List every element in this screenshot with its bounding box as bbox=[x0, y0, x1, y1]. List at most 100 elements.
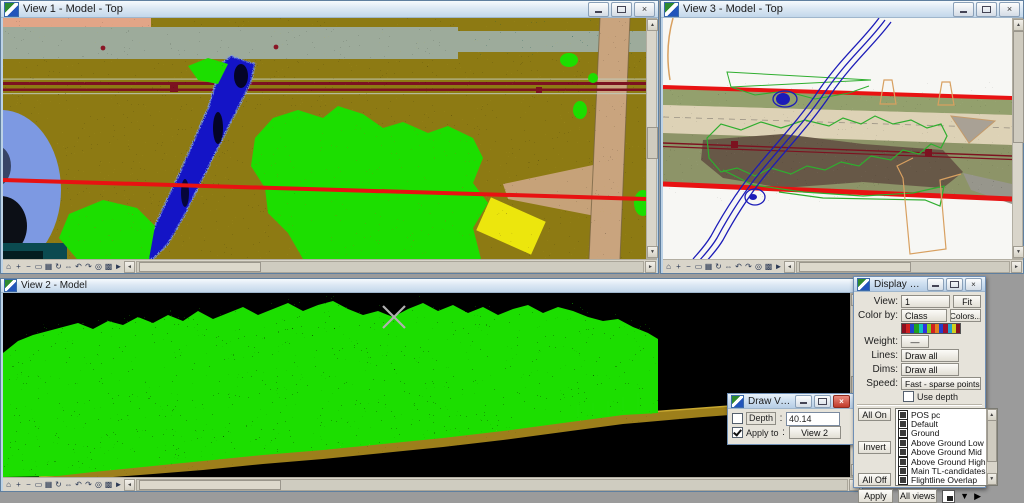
rotate-view-icon[interactable]: ↻ bbox=[54, 261, 63, 272]
clip-volume-icon[interactable]: ▩ bbox=[104, 479, 113, 490]
maximize-icon[interactable] bbox=[946, 278, 963, 291]
color-by-select[interactable]: Class bbox=[901, 309, 947, 322]
close-icon[interactable]: × bbox=[965, 278, 982, 291]
scroll-left-icon[interactable]: ◄ bbox=[124, 479, 135, 491]
single-view-icon[interactable] bbox=[942, 490, 955, 503]
class-list-item[interactable]: Ground bbox=[896, 429, 986, 438]
view3-canvas[interactable] bbox=[663, 18, 1012, 259]
minimize-icon[interactable] bbox=[953, 2, 974, 17]
view1-vertical-scrollbar[interactable]: ▲ ▼ bbox=[646, 18, 657, 259]
expand-down-icon[interactable]: ▼ bbox=[960, 491, 969, 502]
class-listbox[interactable]: POS pc Default Ground Above Ground Low A… bbox=[895, 408, 998, 486]
minimize-icon[interactable] bbox=[927, 278, 944, 291]
close-icon[interactable]: × bbox=[833, 395, 850, 408]
view-next-icon[interactable]: ↷ bbox=[744, 261, 753, 272]
view3-vertical-scrollbar[interactable]: ▲ ▼ bbox=[1012, 18, 1023, 259]
display-mode-titlebar[interactable]: Display mode × bbox=[854, 277, 985, 292]
fit-view-icon[interactable]: ▦ bbox=[44, 479, 53, 490]
depth-label[interactable]: Depth bbox=[746, 412, 776, 425]
scroll-up-icon[interactable]: ▲ bbox=[1013, 19, 1024, 31]
all-off-button[interactable]: All Off bbox=[858, 473, 891, 486]
view-more-icon[interactable]: ► bbox=[774, 261, 783, 272]
close-icon[interactable]: × bbox=[634, 2, 655, 17]
use-depth-checkbox[interactable] bbox=[903, 391, 914, 402]
pan-view-icon[interactable]: ⇔ bbox=[64, 479, 73, 490]
window-area-icon[interactable]: ▭ bbox=[34, 261, 43, 272]
lines-select[interactable]: Draw all bbox=[901, 349, 959, 362]
window-area-icon[interactable]: ▭ bbox=[34, 479, 43, 490]
scroll-down-icon[interactable]: ▼ bbox=[647, 246, 658, 258]
class-list-item[interactable]: Main TL-candidates bbox=[896, 466, 986, 475]
rotate-view-icon[interactable]: ↻ bbox=[54, 479, 63, 490]
rotate-view-icon[interactable]: ↻ bbox=[714, 261, 723, 272]
zoom-in-icon[interactable]: + bbox=[14, 261, 23, 272]
view-previous-icon[interactable]: ↶ bbox=[74, 479, 83, 490]
apply-to-checkbox[interactable] bbox=[732, 427, 743, 438]
view-next-icon[interactable]: ↷ bbox=[84, 261, 93, 272]
class-list-item[interactable]: Above Ground Mid bbox=[896, 448, 986, 457]
zoom-out-icon[interactable]: − bbox=[684, 261, 693, 272]
all-on-button[interactable]: All On bbox=[858, 408, 891, 421]
colors-button[interactable]: Colors... bbox=[950, 309, 981, 322]
copy-view-icon[interactable]: ◎ bbox=[754, 261, 763, 272]
scrollbar-thumb[interactable] bbox=[647, 127, 658, 159]
draw-vertical-titlebar[interactable]: Draw Vertical ... × bbox=[728, 394, 853, 409]
pan-view-icon[interactable]: ⇔ bbox=[724, 261, 733, 272]
scrollbar-thumb[interactable] bbox=[799, 262, 911, 272]
zoom-in-icon[interactable]: + bbox=[674, 261, 683, 272]
weight-select[interactable]: — bbox=[901, 335, 929, 348]
scroll-up-icon[interactable]: ▲ bbox=[647, 19, 658, 31]
invert-button[interactable]: Invert bbox=[858, 441, 891, 454]
view1-horizontal-scrollbar[interactable] bbox=[136, 261, 644, 273]
class-checkbox[interactable] bbox=[898, 475, 908, 485]
view3-horizontal-scrollbar[interactable] bbox=[796, 261, 1010, 273]
view-attributes-icon[interactable]: ⌂ bbox=[664, 261, 673, 272]
pan-view-icon[interactable]: ⇔ bbox=[64, 261, 73, 272]
view-previous-icon[interactable]: ↶ bbox=[734, 261, 743, 272]
scrollbar-thumb[interactable] bbox=[139, 480, 281, 490]
class-list-item[interactable]: Above Ground Low bbox=[896, 438, 986, 447]
fit-view-icon[interactable]: ▦ bbox=[704, 261, 713, 272]
dims-select[interactable]: Draw all bbox=[901, 363, 959, 376]
zoom-out-icon[interactable]: − bbox=[24, 261, 33, 272]
close-icon[interactable]: × bbox=[999, 2, 1020, 17]
fit-button[interactable]: Fit bbox=[953, 295, 981, 308]
apply-button[interactable]: Apply bbox=[858, 489, 893, 503]
view-previous-icon[interactable]: ↶ bbox=[74, 261, 83, 272]
class-list-item[interactable]: Above Ground High bbox=[896, 457, 986, 466]
expand-right-icon[interactable]: ▶ bbox=[974, 491, 981, 502]
clip-volume-icon[interactable]: ▩ bbox=[764, 261, 773, 272]
window-area-icon[interactable]: ▭ bbox=[694, 261, 703, 272]
scrollbar-thumb[interactable] bbox=[987, 420, 997, 462]
view3-titlebar[interactable]: View 3 - Model - Top × bbox=[661, 1, 1023, 18]
scrollbar-thumb[interactable] bbox=[139, 262, 261, 272]
zoom-out-icon[interactable]: − bbox=[24, 479, 33, 490]
all-views-button[interactable]: All views bbox=[898, 489, 938, 503]
maximize-icon[interactable] bbox=[976, 2, 997, 17]
view2-canvas[interactable] bbox=[3, 293, 850, 477]
minimize-icon[interactable] bbox=[588, 2, 609, 17]
view2-titlebar[interactable]: View 2 - Model bbox=[1, 279, 862, 293]
scroll-down-icon[interactable]: ▼ bbox=[987, 473, 997, 485]
view1-titlebar[interactable]: View 1 - Model - Top × bbox=[1, 1, 658, 18]
speed-select[interactable]: Fast - sparse points bbox=[901, 377, 981, 390]
scroll-left-icon[interactable]: ◄ bbox=[784, 261, 795, 273]
depth-checkbox[interactable] bbox=[732, 413, 743, 424]
view-select[interactable]: 1 bbox=[901, 295, 950, 308]
copy-view-icon[interactable]: ◎ bbox=[94, 261, 103, 272]
scroll-left-icon[interactable]: ◄ bbox=[124, 261, 135, 273]
depth-input[interactable]: 40.14 bbox=[786, 412, 840, 426]
fit-view-icon[interactable]: ▦ bbox=[44, 261, 53, 272]
class-list-item[interactable]: Flightline Overlap bbox=[896, 476, 986, 485]
scroll-right-icon[interactable]: ► bbox=[645, 261, 656, 273]
maximize-icon[interactable] bbox=[611, 2, 632, 17]
class-list-item[interactable]: Default bbox=[896, 419, 986, 428]
scrollbar-thumb[interactable] bbox=[1013, 31, 1024, 143]
copy-view-icon[interactable]: ◎ bbox=[94, 479, 103, 490]
clip-volume-icon[interactable]: ▩ bbox=[104, 261, 113, 272]
apply-to-view-button[interactable]: View 2 bbox=[789, 426, 841, 439]
view2-horizontal-scrollbar[interactable] bbox=[136, 479, 848, 491]
view1-canvas[interactable] bbox=[3, 18, 646, 259]
scroll-right-icon[interactable]: ► bbox=[1011, 261, 1022, 273]
zoom-in-icon[interactable]: + bbox=[14, 479, 23, 490]
